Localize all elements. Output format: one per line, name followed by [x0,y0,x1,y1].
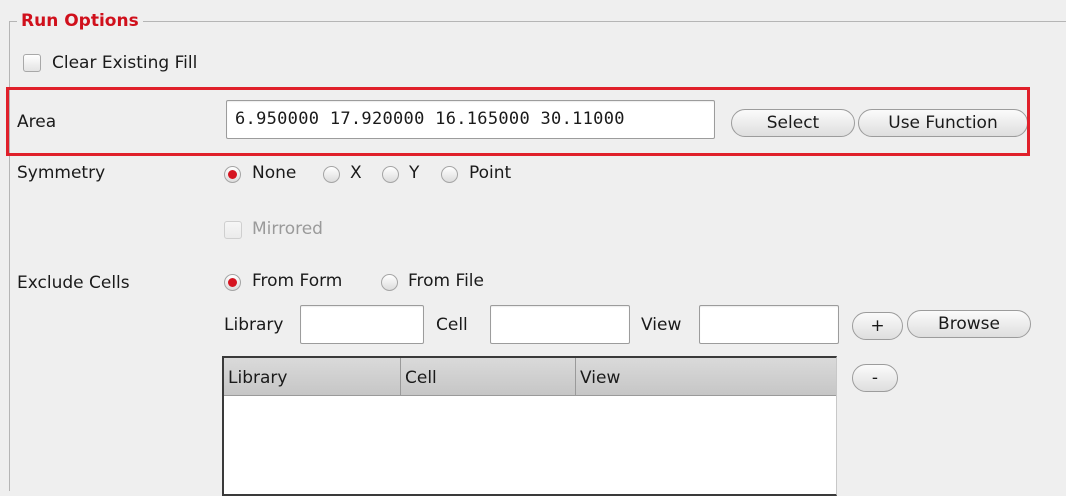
run-options-title: Run Options [17,9,143,33]
clear-existing-fill-label[interactable]: Clear Existing Fill [52,51,197,75]
from-file-radio[interactable] [381,274,398,291]
remove-button[interactable]: - [852,364,898,392]
symmetry-point-label[interactable]: Point [469,161,511,185]
column-header-cell[interactable]: Cell [401,358,576,396]
library-label: Library [224,315,284,335]
cell-label: Cell [436,315,468,335]
symmetry-label: Symmetry [17,163,106,183]
symmetry-none-radio[interactable] [224,166,241,183]
symmetry-y-label[interactable]: Y [409,161,419,185]
symmetry-y-radio[interactable] [382,166,399,183]
from-form-radio[interactable] [224,274,241,291]
add-button[interactable]: + [852,312,903,340]
symmetry-point-radio[interactable] [441,166,458,183]
mirrored-label: Mirrored [252,219,323,239]
column-header-library[interactable]: Library [224,358,401,396]
clear-existing-fill-checkbox[interactable] [23,54,41,72]
library-input[interactable] [300,305,424,344]
symmetry-x-radio[interactable] [323,166,340,183]
view-input[interactable] [699,305,839,344]
browse-button[interactable]: Browse [907,310,1031,338]
from-form-label[interactable]: From Form [252,269,342,293]
column-header-view[interactable]: View [576,358,835,396]
cell-input[interactable] [490,305,630,344]
symmetry-x-label[interactable]: X [350,161,362,185]
exclude-cells-table[interactable]: Library Cell View [222,356,837,496]
table-header: Library Cell View [224,358,836,396]
exclude-cells-label: Exclude Cells [17,273,130,293]
mirrored-checkbox[interactable] [224,221,242,239]
from-file-label[interactable]: From File [408,269,484,293]
view-label: View [641,315,682,335]
symmetry-none-label[interactable]: None [252,161,296,185]
area-highlight-box [6,87,1030,156]
